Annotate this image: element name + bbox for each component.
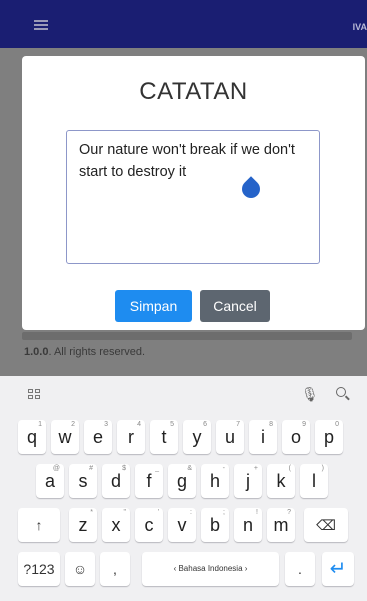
key-g[interactable]: g & [168, 464, 196, 498]
footer-obscured-text [22, 332, 352, 340]
cancel-button[interactable]: Cancel [200, 290, 270, 322]
key-u[interactable]: u7 [216, 420, 244, 454]
key-q[interactable]: q1 [18, 420, 46, 454]
key-i[interactable]: i8 [249, 420, 277, 454]
key-k[interactable]: k( [267, 464, 295, 498]
keyboard-toolbar: 🎙 [0, 376, 367, 412]
key-p[interactable]: p0 [315, 420, 343, 454]
key-x[interactable]: x " [102, 508, 130, 542]
key-y[interactable]: y6 [183, 420, 211, 454]
app-bar: IVA [0, 0, 367, 48]
key-n[interactable]: n! [234, 508, 262, 542]
soft-keyboard: 🎙 q 1 w 2 e 3 r 4 t 5 y 6 u 7 i 8 o 9 p 0 a @ s # d $ f _ g & h - j + k(l)… [0, 376, 367, 601]
key-l[interactable]: l) [300, 464, 328, 498]
footer-rights: . All rights reserved. [48, 346, 146, 358]
key-r[interactable]: r4 [117, 420, 145, 454]
numbers-key[interactable]: ?123 [18, 552, 60, 586]
note-modal: CATATAN Our nature won't break if we don… [22, 56, 365, 330]
key-e[interactable]: e3 [84, 420, 112, 454]
key-c[interactable]: c ' [135, 508, 163, 542]
shift-key[interactable]: ↑ [18, 508, 60, 542]
key-b[interactable]: b; [201, 508, 229, 542]
key-w[interactable]: w2 [51, 420, 79, 454]
backspace-key[interactable]: ⌫ [304, 508, 348, 542]
emoji-key[interactable]: ☺ [65, 552, 95, 586]
key-z[interactable]: z * [69, 508, 97, 542]
key-a[interactable]: a @ [36, 464, 64, 498]
app-brand: IVA [352, 22, 367, 32]
comma-key[interactable]: , [100, 552, 130, 586]
footer-version: 1.0.0 [24, 346, 49, 358]
period-key[interactable]: . [285, 552, 315, 586]
mic-icon[interactable]: 🎙 [301, 386, 319, 403]
key-d[interactable]: d $ [102, 464, 130, 498]
page-footer: 1.0.0. All rights reserved. [22, 332, 352, 358]
key-h[interactable]: h- [201, 464, 229, 498]
key-v[interactable]: v: [168, 508, 196, 542]
key-o[interactable]: o9 [282, 420, 310, 454]
enter-key[interactable]: ↵ [322, 552, 354, 586]
space-key[interactable]: ‹ Bahasa Indonesia › [142, 552, 279, 586]
key-s[interactable]: s # [69, 464, 97, 498]
key-f[interactable]: f _ [135, 464, 163, 498]
key-t[interactable]: t5 [150, 420, 178, 454]
key-j[interactable]: j + [234, 464, 262, 498]
search-icon[interactable] [336, 387, 346, 397]
save-button[interactable]: Simpan [115, 290, 192, 322]
grid-icon[interactable] [28, 389, 41, 400]
key-m[interactable]: m? [267, 508, 295, 542]
hamburger-icon[interactable] [34, 20, 48, 30]
note-textarea[interactable]: Our nature won't break if we don't start… [66, 130, 320, 264]
modal-title: CATATAN [139, 78, 248, 105]
